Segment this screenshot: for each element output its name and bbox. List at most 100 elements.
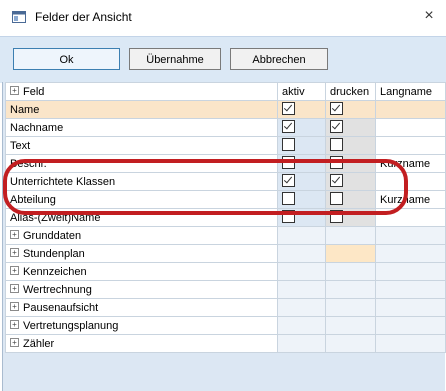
empty-cell (325, 316, 376, 335)
selected-cell (325, 244, 376, 263)
drucken-checkbox[interactable] (330, 120, 343, 133)
group-label[interactable]: + Kennzeichen (5, 262, 278, 281)
fields-grid: + Feld aktiv drucken Langname Name Nachna… (2, 82, 446, 391)
group-label-text: Wertrechnung (23, 283, 92, 296)
header-aktiv[interactable]: aktiv (277, 82, 326, 101)
table-row[interactable]: Beschr. Kurzname (5, 154, 446, 173)
aktiv-cell[interactable] (277, 100, 326, 119)
empty-cell (277, 298, 326, 317)
field-label: Beschr. (5, 154, 278, 173)
empty-cell (277, 226, 326, 245)
table-row[interactable]: Unterrichtete Klassen (5, 172, 446, 191)
group-label[interactable]: + Wertrechnung (5, 280, 278, 299)
aktiv-checkbox[interactable] (282, 138, 295, 151)
group-row[interactable]: + Kennzeichen (5, 262, 446, 281)
group-label-text: Stundenplan (23, 247, 85, 260)
field-label: Unterrichtete Klassen (5, 172, 278, 191)
aktiv-checkbox[interactable] (282, 156, 295, 169)
empty-cell (325, 280, 376, 299)
expand-icon[interactable]: + (10, 230, 19, 240)
table-row[interactable]: Name (5, 100, 446, 119)
expand-icon[interactable]: + (10, 284, 19, 294)
aktiv-cell[interactable] (277, 118, 326, 137)
header-drucken[interactable]: drucken (325, 82, 376, 101)
group-label[interactable]: + Grunddaten (5, 226, 278, 245)
drucken-cell[interactable] (325, 172, 376, 191)
expand-icon[interactable]: + (10, 266, 19, 276)
drucken-cell[interactable] (325, 100, 376, 119)
aktiv-cell[interactable] (277, 208, 326, 227)
langname-cell[interactable] (375, 100, 446, 119)
empty-cell (375, 298, 446, 317)
aktiv-cell[interactable] (277, 172, 326, 191)
aktiv-checkbox[interactable] (282, 120, 295, 133)
langname-cell[interactable] (375, 172, 446, 191)
group-row[interactable]: + Zähler (5, 334, 446, 353)
empty-cell (277, 262, 326, 281)
title-bar: Felder der Ansicht × (0, 0, 446, 36)
group-label[interactable]: + Vertretungsplanung (5, 316, 278, 335)
table-row[interactable]: Nachname (5, 118, 446, 137)
drucken-checkbox[interactable] (330, 102, 343, 115)
group-row[interactable]: + Grunddaten (5, 226, 446, 245)
empty-cell (325, 262, 376, 281)
table-row[interactable]: Alias-(Zweit)Name (5, 208, 446, 227)
drucken-checkbox[interactable] (330, 192, 343, 205)
header-langname[interactable]: Langname (375, 82, 446, 101)
expand-icon[interactable]: + (10, 338, 19, 348)
header-feld-label: Feld (23, 85, 45, 98)
field-label: Text (5, 136, 278, 155)
group-label[interactable]: + Stundenplan (5, 244, 278, 263)
aktiv-checkbox[interactable] (282, 192, 295, 205)
field-label: Alias-(Zweit)Name (5, 208, 278, 227)
group-label-text: Zähler (23, 337, 55, 350)
drucken-cell[interactable] (325, 118, 376, 137)
langname-cell[interactable]: Kurzname (375, 190, 446, 209)
empty-cell (375, 262, 446, 281)
group-label-text: Pausenaufsicht (23, 301, 99, 314)
expand-all-icon[interactable]: + (10, 86, 19, 96)
group-row[interactable]: + Wertrechnung (5, 280, 446, 299)
abbrechen-button[interactable]: Abbrechen (230, 48, 328, 70)
drucken-cell[interactable] (325, 154, 376, 173)
group-label[interactable]: + Pausenaufsicht (5, 298, 278, 317)
drucken-checkbox[interactable] (330, 174, 343, 187)
header-feld[interactable]: + Feld (5, 82, 278, 101)
langname-cell[interactable]: Kurzname (375, 154, 446, 173)
aktiv-checkbox[interactable] (282, 174, 295, 187)
expand-icon[interactable]: + (10, 302, 19, 312)
aktiv-cell[interactable] (277, 136, 326, 155)
drucken-checkbox[interactable] (330, 156, 343, 169)
field-label: Nachname (5, 118, 278, 137)
group-label[interactable]: + Zähler (5, 334, 278, 353)
drucken-cell[interactable] (325, 208, 376, 227)
drucken-checkbox[interactable] (330, 210, 343, 223)
ok-button[interactable]: Ok (13, 48, 120, 70)
empty-cell (277, 316, 326, 335)
uebernahme-button[interactable]: Übernahme (129, 48, 221, 70)
table-row[interactable]: Text (5, 136, 446, 155)
close-icon[interactable]: × (420, 6, 438, 26)
empty-cell (277, 334, 326, 353)
aktiv-cell[interactable] (277, 190, 326, 209)
empty-cell (375, 244, 446, 263)
group-row[interactable]: + Pausenaufsicht (5, 298, 446, 317)
group-row[interactable]: + Stundenplan (5, 244, 446, 263)
drucken-checkbox[interactable] (330, 138, 343, 151)
table-header-row: + Feld aktiv drucken Langname (5, 82, 446, 101)
drucken-cell[interactable] (325, 136, 376, 155)
langname-cell[interactable] (375, 118, 446, 137)
empty-cell (375, 316, 446, 335)
langname-cell[interactable] (375, 136, 446, 155)
aktiv-checkbox[interactable] (282, 210, 295, 223)
expand-icon[interactable]: + (10, 248, 19, 258)
langname-cell[interactable] (375, 208, 446, 227)
window-title: Felder der Ansicht (35, 10, 132, 24)
aktiv-checkbox[interactable] (282, 102, 295, 115)
expand-icon[interactable]: + (10, 320, 19, 330)
field-label: Abteilung (5, 190, 278, 209)
drucken-cell[interactable] (325, 190, 376, 209)
table-row[interactable]: Abteilung Kurzname (5, 190, 446, 209)
aktiv-cell[interactable] (277, 154, 326, 173)
group-row[interactable]: + Vertretungsplanung (5, 316, 446, 335)
